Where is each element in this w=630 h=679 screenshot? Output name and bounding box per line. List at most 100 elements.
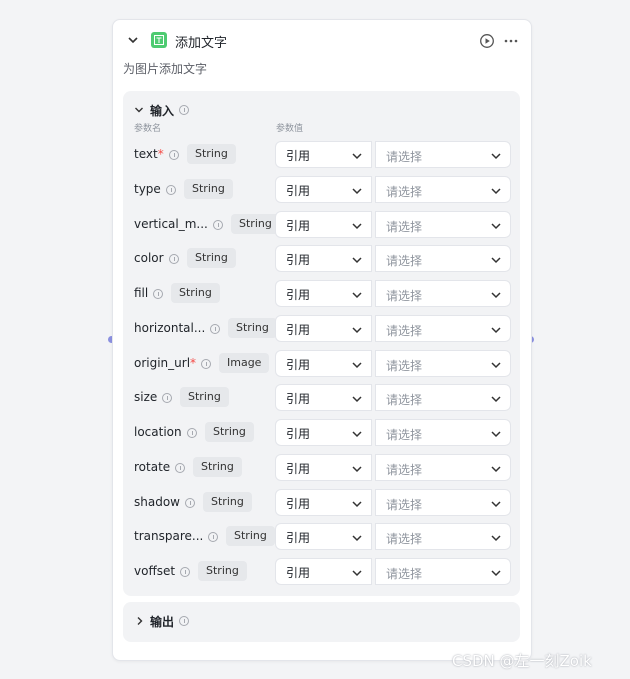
value-select-placeholder: 请选择 xyxy=(386,219,423,234)
input-collapse-chevron-icon[interactable] xyxy=(134,105,144,115)
param-row: shadow String 引用 请选择 xyxy=(123,488,520,517)
value-select[interactable]: 请选择 xyxy=(375,314,511,342)
info-icon[interactable] xyxy=(169,150,179,160)
source-select[interactable]: 引用 xyxy=(275,453,372,481)
value-select[interactable]: 请选择 xyxy=(375,175,511,203)
chevron-down-icon xyxy=(352,396,362,403)
value-select[interactable]: 请选择 xyxy=(375,419,511,446)
type-tag: String xyxy=(203,491,252,512)
source-select[interactable]: 引用 xyxy=(275,314,372,342)
source-select[interactable]: 引用 xyxy=(275,280,372,307)
param-name-text: origin_url xyxy=(134,355,191,370)
param-name-text: size xyxy=(134,390,158,405)
info-icon[interactable] xyxy=(166,184,176,195)
value-select-placeholder: 请选择 xyxy=(386,532,423,547)
info-icon[interactable] xyxy=(179,105,189,115)
source-select-value: 引用 xyxy=(286,183,311,198)
value-select[interactable]: 请选择 xyxy=(375,523,511,551)
source-select-value: 引用 xyxy=(286,461,311,476)
collapse-chevron-icon[interactable] xyxy=(126,33,140,47)
param-name: shadow xyxy=(134,495,180,509)
node-title: 添加文字 xyxy=(175,36,228,51)
source-select-value: 引用 xyxy=(286,322,311,337)
value-select[interactable]: 请选择 xyxy=(375,280,511,307)
node-description: 为图片添加文字 xyxy=(123,62,208,76)
chevron-down-icon xyxy=(352,292,362,299)
source-select-value: 引用 xyxy=(286,496,311,511)
source-select[interactable]: 引用 xyxy=(275,523,372,551)
param-name: fill xyxy=(134,286,148,300)
source-select[interactable]: 引用 xyxy=(275,384,372,412)
value-select[interactable]: 请选择 xyxy=(375,210,511,238)
param-name: size xyxy=(134,390,157,404)
value-select-placeholder: 请选择 xyxy=(386,289,423,303)
source-select[interactable]: 引用 xyxy=(275,419,372,446)
value-select[interactable]: 请选择 xyxy=(375,384,511,412)
type-tag: String xyxy=(228,317,277,338)
chevron-down-icon xyxy=(491,570,501,577)
info-icon[interactable] xyxy=(201,358,211,369)
info-icon[interactable] xyxy=(210,323,220,334)
param-name: transpare... xyxy=(134,529,203,543)
param-name-text: text xyxy=(134,147,158,161)
param-name: text* xyxy=(134,147,164,161)
info-icon[interactable] xyxy=(180,567,190,577)
value-select[interactable]: 请选择 xyxy=(375,141,511,168)
source-select[interactable]: 引用 xyxy=(275,488,372,516)
info-icon[interactable] xyxy=(169,254,179,265)
value-select[interactable]: 请选择 xyxy=(375,349,511,377)
chevron-down-icon xyxy=(352,327,362,333)
source-select[interactable]: 引用 xyxy=(275,210,372,238)
info-icon[interactable] xyxy=(162,393,172,404)
source-select[interactable]: 引用 xyxy=(275,141,372,168)
more-options-icon[interactable] xyxy=(503,33,519,49)
node-card: 添加文字 为图片添加文字 输入 参数名 参数值 text* String 引用 请选择… xyxy=(112,19,532,661)
chevron-down-icon xyxy=(491,257,501,264)
node-header: 添加文字 xyxy=(113,20,531,62)
source-select-value: 引用 xyxy=(286,531,311,546)
chevron-down-icon xyxy=(352,361,362,368)
chevron-down-icon xyxy=(491,188,501,194)
info-icon[interactable] xyxy=(179,616,189,626)
chevron-down-icon xyxy=(352,535,362,542)
required-mark: * xyxy=(190,355,197,370)
source-select-value: 引用 xyxy=(286,566,311,580)
value-select[interactable]: 请选择 xyxy=(375,453,511,481)
value-select[interactable]: 请选择 xyxy=(375,488,511,516)
source-select-value: 引用 xyxy=(286,427,311,441)
expand-chevron-right-icon[interactable] xyxy=(135,616,145,626)
param-name-text: type xyxy=(134,181,161,196)
value-select-placeholder: 请选择 xyxy=(386,393,423,408)
run-play-icon[interactable] xyxy=(479,33,495,49)
source-select[interactable]: 引用 xyxy=(275,558,372,585)
param-name-text: location xyxy=(134,425,182,439)
type-tag: String xyxy=(231,213,280,234)
info-icon[interactable] xyxy=(187,428,197,438)
value-select[interactable]: 请选择 xyxy=(375,558,511,585)
source-select[interactable]: 引用 xyxy=(275,245,372,273)
info-icon[interactable] xyxy=(175,462,185,473)
param-row: fill String 引用 请选择 xyxy=(123,280,520,308)
param-name: color xyxy=(134,251,164,265)
param-name: location xyxy=(134,425,182,439)
source-select[interactable]: 引用 xyxy=(275,175,372,203)
type-tag: String xyxy=(184,178,233,199)
input-section: 输入 参数名 参数值 text* String 引用 请选择 type String 引用请… xyxy=(123,91,520,596)
output-section-title: 输出 xyxy=(150,615,175,629)
source-select[interactable]: 引用 xyxy=(275,349,372,377)
info-icon[interactable] xyxy=(213,219,223,230)
chevron-down-icon xyxy=(352,500,362,507)
param-name: horizontal... xyxy=(134,321,205,335)
info-icon[interactable] xyxy=(153,289,163,299)
param-name-text: shadow xyxy=(134,494,180,509)
info-icon[interactable] xyxy=(208,532,218,543)
param-row: text* String 引用 请选择 xyxy=(123,141,520,169)
chevron-down-icon xyxy=(352,222,362,229)
output-section[interactable]: 输出 xyxy=(123,602,520,642)
value-select[interactable]: 请选择 xyxy=(375,245,511,273)
source-select-value: 引用 xyxy=(286,218,311,233)
value-select-placeholder: 请选择 xyxy=(386,254,423,269)
chevron-down-icon xyxy=(491,292,501,299)
info-icon[interactable] xyxy=(185,497,195,508)
param-name-text: voffset xyxy=(134,564,176,578)
